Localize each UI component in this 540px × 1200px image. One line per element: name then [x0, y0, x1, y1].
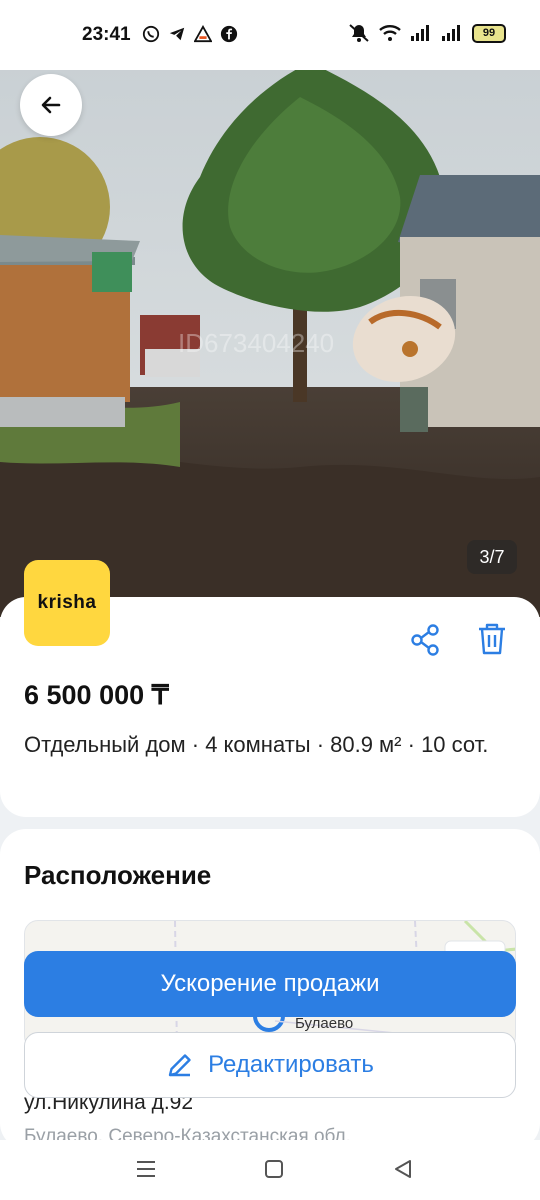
arrow-left-icon — [41, 96, 61, 114]
system-nav-bar — [0, 1140, 540, 1200]
alert-icon — [194, 25, 212, 43]
delete-button[interactable] — [474, 620, 510, 658]
menu-icon[interactable] — [133, 1156, 159, 1182]
trash-icon — [479, 623, 505, 655]
photo-counter: 3/7 — [467, 540, 517, 574]
photo-watermark: ID673404240 — [178, 328, 334, 358]
location-title: Расположение — [24, 860, 212, 890]
facebook-icon — [220, 25, 238, 43]
listing-photo[interactable]: ID673404240 — [0, 57, 540, 617]
signal-icon — [442, 25, 460, 41]
photo-illustration: ID673404240 — [0, 57, 540, 617]
telegram-icon — [169, 27, 185, 41]
status-bar: 23:41 99 — [0, 0, 540, 70]
back-triangle-icon[interactable] — [390, 1156, 416, 1182]
edit-label: Редактировать — [208, 1051, 374, 1078]
wifi-icon — [379, 25, 401, 41]
whatsapp-icon — [142, 25, 160, 43]
mute-icon — [349, 24, 369, 42]
listing-price: 6 500 000 ₸ — [24, 680, 169, 710]
edit-button[interactable]: Редактировать — [24, 1032, 516, 1098]
battery-indicator: 99 — [472, 23, 506, 43]
pencil-icon — [168, 1054, 191, 1077]
listing-description: Отдельный дом · 4 комнаты · 80.9 м² · 10… — [24, 732, 489, 757]
back-button[interactable] — [20, 74, 82, 136]
status-time: 23:41 — [82, 24, 131, 45]
boost-sale-label: Ускорение продажи — [160, 970, 380, 997]
system-status: 99 — [348, 23, 506, 43]
notification-icons — [142, 25, 238, 43]
boost-sale-button[interactable]: Ускорение продажи — [24, 951, 516, 1017]
listing-screen: 23:41 99 ID673404240 3/7 krisha 6 500 00… — [0, 0, 540, 1200]
share-button[interactable] — [408, 622, 444, 658]
share-icon — [411, 624, 439, 656]
krisha-logo: krisha — [24, 560, 110, 646]
signal-icon — [411, 25, 429, 41]
home-square-icon[interactable] — [261, 1156, 287, 1182]
map-city-label: Булаево — [295, 1015, 354, 1032]
